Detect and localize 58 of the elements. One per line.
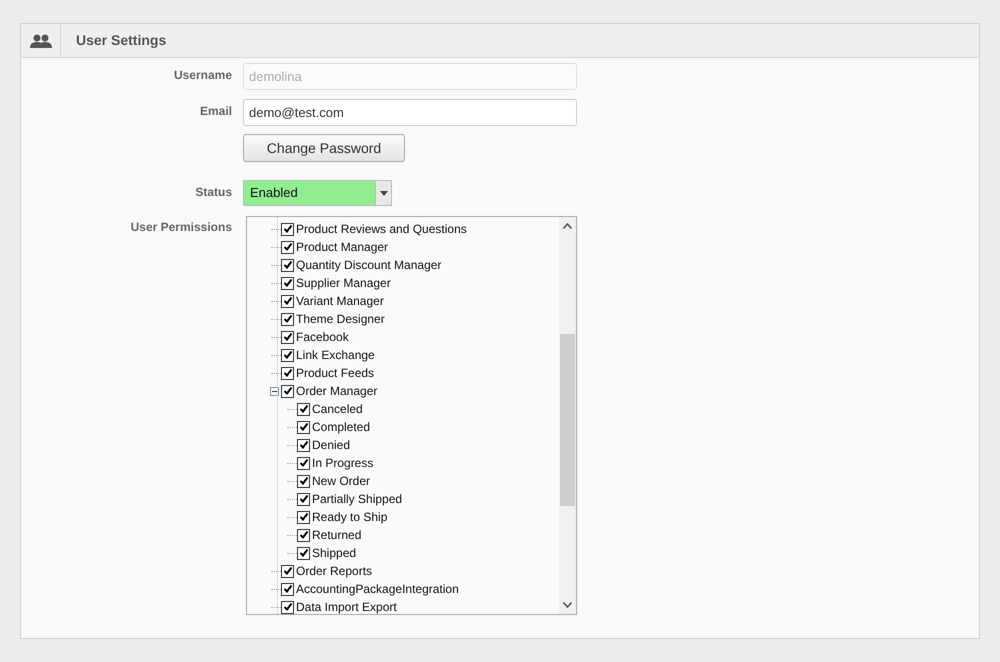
checkbox[interactable]	[281, 312, 294, 326]
field-label: Status	[194, 184, 233, 201]
change-password-button[interactable]: Change Password	[243, 134, 405, 162]
checkbox[interactable]	[281, 366, 294, 380]
permission-label: In Progress	[312, 455, 374, 472]
permission-label: Completed	[312, 419, 370, 436]
permission-label: Product Manager	[296, 239, 388, 256]
chevron-down-icon	[380, 190, 388, 196]
permission-label: Denied	[312, 437, 350, 454]
chevron-down-icon	[563, 602, 572, 608]
permission-label: Product Reviews and Questions	[296, 221, 467, 238]
checkbox[interactable]	[281, 582, 294, 596]
permission-label: Link Exchange	[296, 347, 375, 364]
permission-label: Partially Shipped	[312, 491, 402, 508]
permission-label: Ready to Ship	[312, 509, 388, 526]
permission-label: Facebook	[296, 329, 349, 346]
checkbox[interactable]	[281, 600, 294, 614]
permission-label: Product Feeds	[296, 365, 374, 382]
permission-label: Variant Manager	[296, 293, 384, 310]
checkbox[interactable]	[297, 438, 310, 452]
permission-label: Order Manager	[296, 383, 378, 400]
permission-label: Shipped	[312, 545, 356, 562]
permission-label: Quantity Discount Manager	[296, 257, 442, 274]
checkbox[interactable]	[297, 474, 310, 488]
checkbox[interactable]	[297, 528, 310, 542]
checkbox[interactable]	[281, 258, 294, 272]
checkbox[interactable]	[281, 330, 294, 344]
checkbox[interactable]	[297, 510, 310, 524]
checkbox[interactable]	[281, 564, 294, 578]
permission-label: Order Reports	[296, 563, 372, 580]
permission-label: Canceled	[312, 401, 363, 418]
users-icon	[30, 32, 52, 48]
permission-label: Returned	[312, 527, 362, 544]
permission-label: Data Import Export	[296, 599, 397, 614]
status-select[interactable]: Enabled	[243, 180, 392, 206]
permission-label: New Order	[312, 473, 370, 490]
checkbox[interactable]	[281, 294, 294, 308]
checkbox[interactable]	[281, 276, 294, 290]
checkbox[interactable]	[297, 420, 310, 434]
collapse-toggle[interactable]	[270, 386, 278, 396]
field-label: User Permissions	[130, 219, 233, 236]
email-field[interactable]: demo@test.com	[243, 98, 577, 126]
scrollbar[interactable]	[559, 217, 576, 614]
checkbox[interactable]	[297, 456, 310, 470]
field-label: Email	[198, 103, 233, 120]
checkbox[interactable]	[281, 384, 294, 398]
permission-label: AccountingPackageIntegration	[296, 581, 459, 598]
checkbox[interactable]	[281, 240, 294, 254]
permission-label: Supplier Manager	[296, 275, 391, 292]
checkbox[interactable]	[297, 546, 310, 560]
chevron-up-icon	[563, 223, 572, 229]
checkbox[interactable]	[281, 222, 294, 236]
checkbox[interactable]	[297, 402, 310, 416]
checkbox[interactable]	[281, 348, 294, 362]
permission-label: Theme Designer	[296, 311, 385, 328]
field-label: Username	[172, 67, 233, 84]
checkbox[interactable]	[297, 492, 310, 506]
panel-title: User Settings	[75, 31, 166, 50]
